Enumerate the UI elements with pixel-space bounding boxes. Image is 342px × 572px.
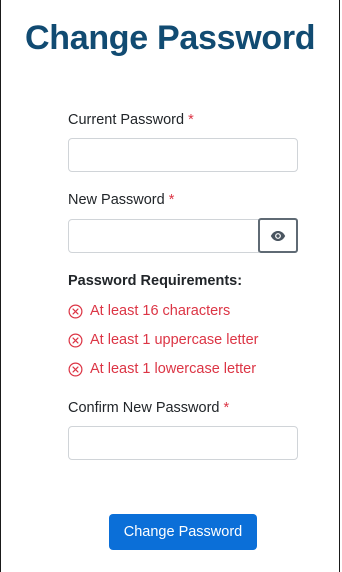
required-marker: * [188,112,194,128]
circle-x-icon [68,362,83,376]
requirement-text: At least 1 lowercase letter [90,361,257,377]
page-frame: Change Password Current Password * New P… [0,0,340,572]
confirm-password-label-text: Confirm New Password [68,400,220,416]
current-password-input[interactable] [68,138,298,172]
new-password-label-text: New Password [68,192,165,208]
current-password-label-text: Current Password [68,112,185,128]
requirement-item: At least 16 characters [68,302,230,320]
requirement-item: At least 1 lowercase letter [68,360,256,378]
confirm-password-input[interactable] [68,426,298,460]
page-title: Change Password [25,19,316,57]
change-password-button[interactable]: Change Password [109,514,257,550]
password-requirements-heading: Password Requirements: [68,273,243,289]
current-password-label: Current Password * [68,111,194,129]
required-marker: * [168,192,175,208]
required-marker: * [223,400,230,416]
confirm-password-label: Confirm New Password * [68,399,229,417]
show-password-button[interactable] [258,218,298,253]
circle-x-icon [68,304,83,318]
new-password-input[interactable] [68,219,259,253]
circle-x-icon [68,333,83,347]
requirement-text: At least 16 characters [90,303,231,319]
new-password-label: New Password * [68,191,174,209]
requirement-text: At least 1 uppercase letter [90,332,259,348]
requirement-item: At least 1 uppercase letter [68,331,258,349]
eye-icon [270,230,286,241]
